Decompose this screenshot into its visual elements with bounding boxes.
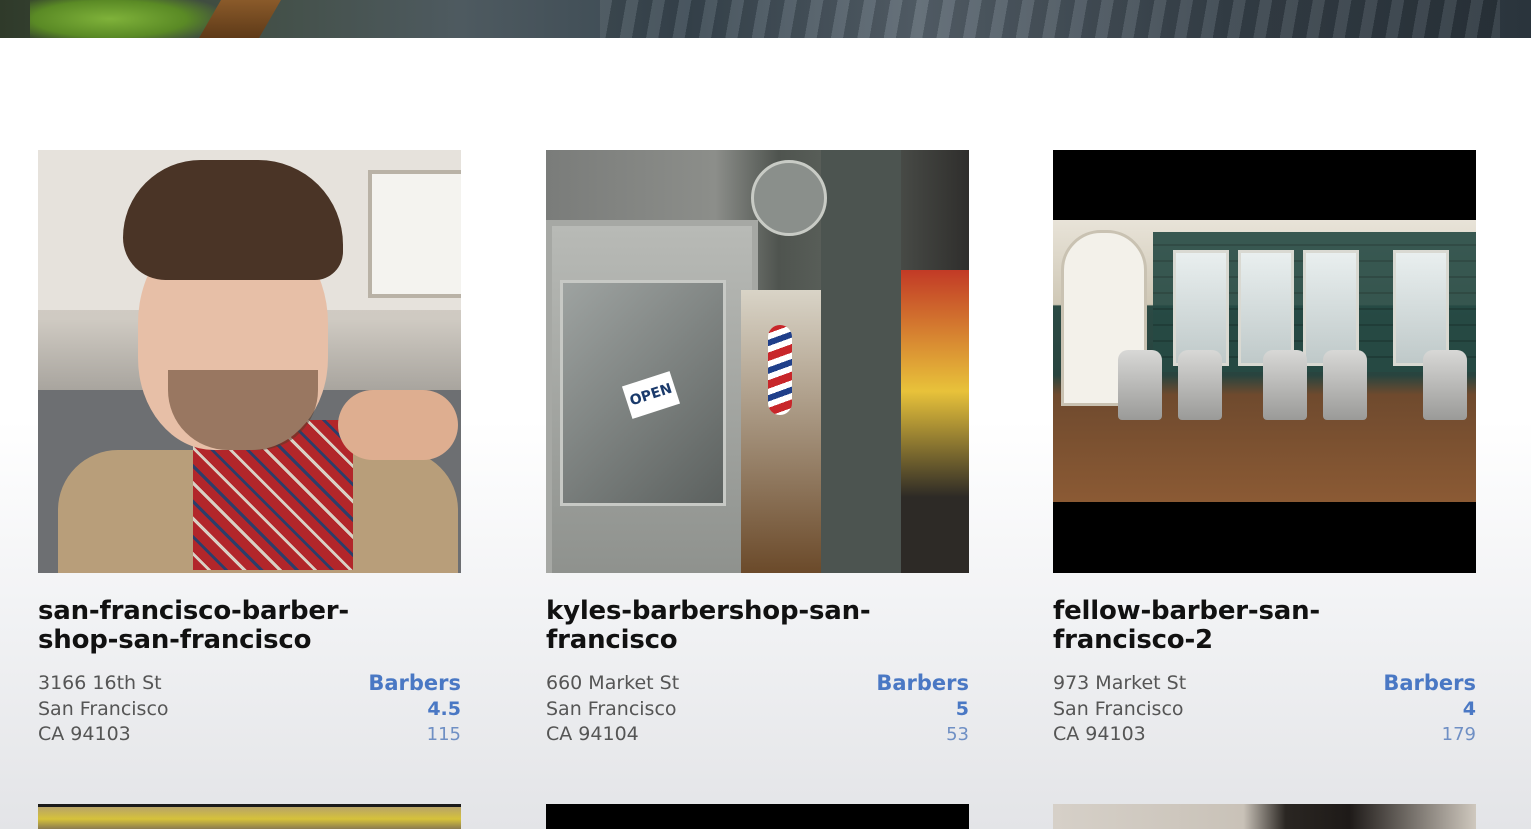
address-street: 3166 16th St — [38, 672, 162, 694]
texture-graphic — [600, 0, 1500, 38]
review-count: 53 — [946, 724, 969, 745]
listing-address: 660 Market St San Francisco CA 94104 — [546, 671, 679, 748]
listing-card[interactable]: san-francisco-barber- shop-san-francisco… — [38, 150, 461, 745]
category-link[interactable]: Barbers — [368, 671, 461, 697]
listing-meta: Barbers 4 179 — [1383, 671, 1476, 748]
address-city: San Francisco — [38, 697, 169, 720]
page: san-francisco-barber- shop-san-francisco… — [0, 0, 1531, 829]
rating-value: 5 — [955, 697, 969, 720]
listing-photo[interactable] — [1053, 150, 1476, 573]
listing-address: 973 Market St San Francisco CA 94103 — [1053, 671, 1186, 748]
address-city: San Francisco — [546, 697, 677, 720]
address-city: San Francisco — [1053, 697, 1184, 720]
address-state-zip: CA 94103 — [38, 723, 131, 745]
leaf-graphic — [30, 0, 230, 38]
listing-meta: Barbers 4.5 115 — [368, 671, 461, 748]
listing-card[interactable]: fellow-barber-san- francisco-2 973 Marke… — [1053, 150, 1476, 745]
listing-title[interactable]: fellow-barber-san- francisco-2 — [1053, 597, 1476, 655]
listing-title-line: francisco — [546, 625, 678, 655]
listing-title[interactable]: kyles-barbershop-san- francisco — [546, 597, 969, 655]
listing-title-line: shop-san-francisco — [38, 625, 312, 655]
listing-address: 3166 16th St San Francisco CA 94103 — [38, 671, 169, 748]
category-link[interactable]: Barbers — [876, 671, 969, 697]
address-street: 660 Market St — [546, 672, 680, 694]
review-count: 115 — [426, 724, 461, 745]
review-count: 179 — [1441, 724, 1476, 745]
category-link[interactable]: Barbers — [1383, 671, 1476, 697]
listing-meta: Barbers 5 53 — [876, 671, 969, 748]
address-street: 973 Market St — [1053, 672, 1187, 694]
listing-title[interactable]: san-francisco-barber- shop-san-francisco — [38, 597, 461, 655]
listing-title-line: fellow-barber-san- — [1053, 596, 1321, 626]
barber-pole-graphic — [768, 325, 792, 415]
listing-photo-partial[interactable] — [38, 804, 461, 829]
listing-photo[interactable] — [38, 150, 461, 573]
listing-photo-partial[interactable] — [546, 804, 969, 829]
hero-banner-image — [0, 0, 1531, 38]
listing-card[interactable]: OPEN kyles-barbershop-san- francisco 660… — [546, 150, 969, 745]
listing-photo[interactable]: OPEN — [546, 150, 969, 573]
listing-photo-partial[interactable] — [1053, 804, 1476, 829]
address-state-zip: CA 94103 — [1053, 723, 1146, 745]
rating-value: 4 — [1462, 697, 1476, 720]
listing-title-line: kyles-barbershop-san- — [546, 596, 871, 626]
address-state-zip: CA 94104 — [546, 723, 639, 745]
listing-title-line: francisco-2 — [1053, 625, 1213, 655]
listing-title-line: san-francisco-barber- — [38, 596, 350, 626]
rating-value: 4.5 — [427, 697, 461, 720]
